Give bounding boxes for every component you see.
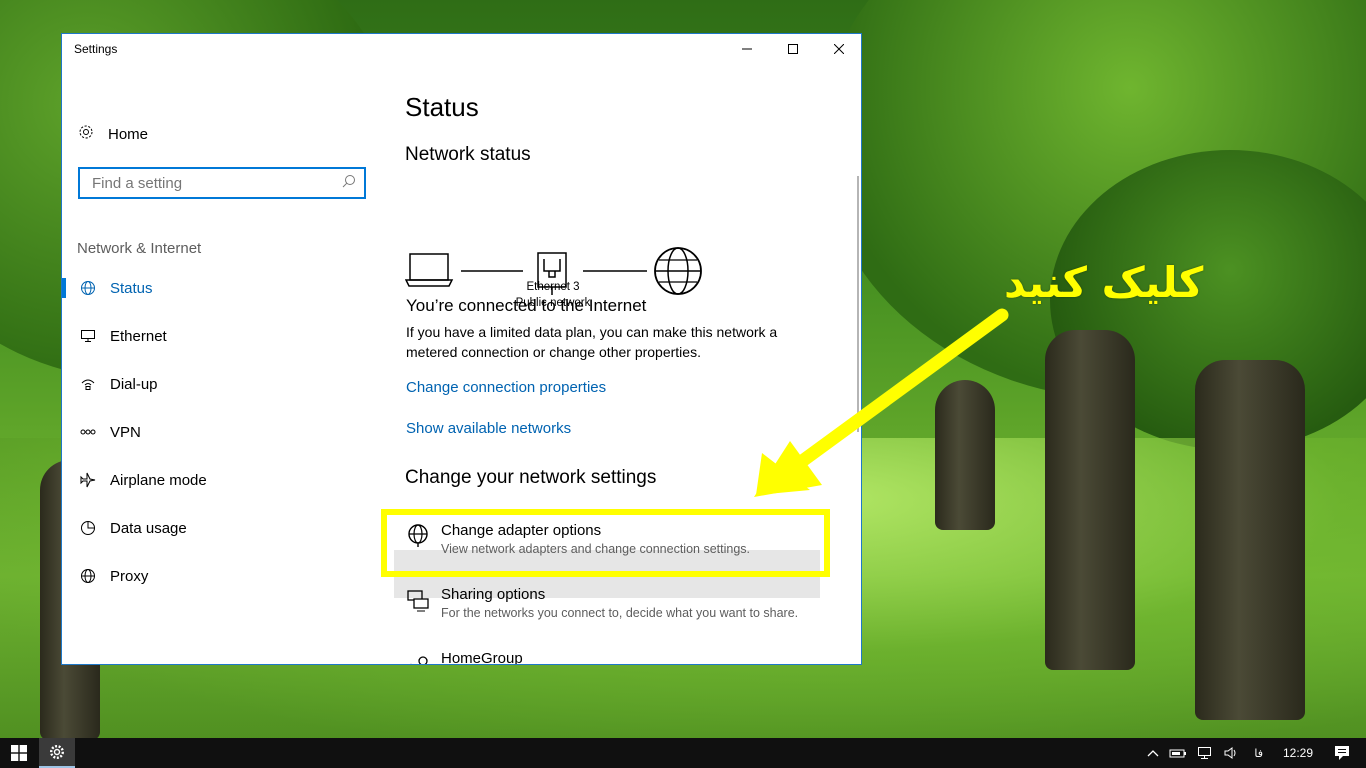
sidebar-item-vpn[interactable]: VPN	[62, 414, 382, 450]
volume-icon[interactable]	[1223, 746, 1239, 760]
sidebar-item-label: Data usage	[110, 519, 187, 537]
sharing-options[interactable]: Sharing options For the networks you con…	[405, 586, 815, 620]
gear-icon	[49, 744, 65, 760]
title-bar[interactable]: Settings	[62, 34, 861, 64]
sidebar-item-label: VPN	[110, 423, 141, 441]
start-button[interactable]	[0, 738, 38, 768]
vpn-icon	[78, 427, 98, 437]
sidebar-item-ethernet[interactable]: Ethernet	[62, 318, 382, 354]
change-settings-heading: Change your network settings	[405, 467, 657, 488]
network-icon[interactable]	[1197, 746, 1213, 760]
section-title: Network & Internet	[77, 240, 202, 257]
action-center-icon[interactable]	[1334, 745, 1350, 761]
taskbar: فا 12:29	[0, 738, 1366, 768]
battery-icon[interactable]	[1169, 747, 1187, 759]
laptop-icon	[405, 253, 454, 287]
homegroup-icon	[405, 650, 431, 664]
sidebar-item-label: Proxy	[110, 567, 149, 585]
home-nav[interactable]: Home	[78, 124, 148, 144]
arrow-icon	[754, 308, 1009, 497]
system-tray: فا 12:29	[1142, 738, 1366, 768]
taskbar-settings-app[interactable]	[39, 738, 75, 768]
search-input[interactable]	[90, 173, 342, 193]
sharing-icon	[405, 586, 431, 620]
click-here-annotation: کلیک کنید	[1004, 258, 1204, 307]
sidebar-item-label: Ethernet	[110, 327, 167, 345]
sidebar-item-label: Dial-up	[110, 375, 158, 393]
windows-logo-icon	[11, 745, 27, 761]
sidebar-item-data-usage[interactable]: Data usage	[62, 510, 382, 546]
homegroup-option[interactable]: HomeGroup	[405, 650, 815, 665]
page-title: Status	[405, 92, 479, 122]
option-description: For the networks you connect to, decide …	[441, 606, 799, 620]
connected-heading: You’re connected to the Internet	[406, 296, 647, 315]
sidebar-item-airplane-mode[interactable]: Airplane mode	[62, 462, 382, 498]
sidebar-item-status[interactable]: Status	[62, 270, 382, 306]
change-connection-properties-link[interactable]: Change connection properties	[406, 379, 606, 396]
window-title: Settings	[74, 42, 118, 56]
minimize-icon	[742, 48, 752, 50]
dialup-icon	[78, 377, 98, 391]
maximize-icon	[788, 44, 798, 54]
close-icon	[834, 44, 844, 54]
home-label: Home	[108, 125, 149, 143]
globe-icon	[78, 568, 98, 584]
highlight-box	[381, 509, 830, 577]
globe-icon	[78, 280, 98, 296]
gear-icon	[78, 124, 94, 144]
search-box[interactable]	[78, 167, 366, 199]
ethernet-icon	[78, 329, 98, 343]
show-available-networks-link[interactable]: Show available networks	[406, 420, 571, 437]
close-button[interactable]	[816, 34, 861, 64]
network-status-heading: Network status	[405, 144, 531, 165]
adapter-name: Ethernet 3	[526, 281, 580, 293]
sidebar: Home Network & Internet Status Ethernet	[62, 64, 382, 664]
language-indicator[interactable]: فا	[1254, 747, 1263, 760]
sidebar-item-dial-up[interactable]: Dial-up	[62, 366, 382, 402]
globe-icon	[654, 247, 702, 295]
maximize-button[interactable]	[770, 34, 816, 64]
chevron-up-icon[interactable]	[1147, 749, 1159, 757]
minimize-button[interactable]	[724, 34, 770, 64]
clock[interactable]: 12:29	[1283, 746, 1313, 760]
data-usage-icon	[78, 520, 98, 536]
search-icon[interactable]	[342, 174, 356, 193]
option-title: HomeGroup	[441, 650, 523, 665]
sidebar-item-label: Status	[110, 279, 153, 297]
sidebar-item-label: Airplane mode	[110, 471, 207, 489]
sidebar-item-proxy[interactable]: Proxy	[62, 558, 382, 594]
option-title: Sharing options	[441, 586, 546, 603]
airplane-icon	[78, 472, 98, 488]
